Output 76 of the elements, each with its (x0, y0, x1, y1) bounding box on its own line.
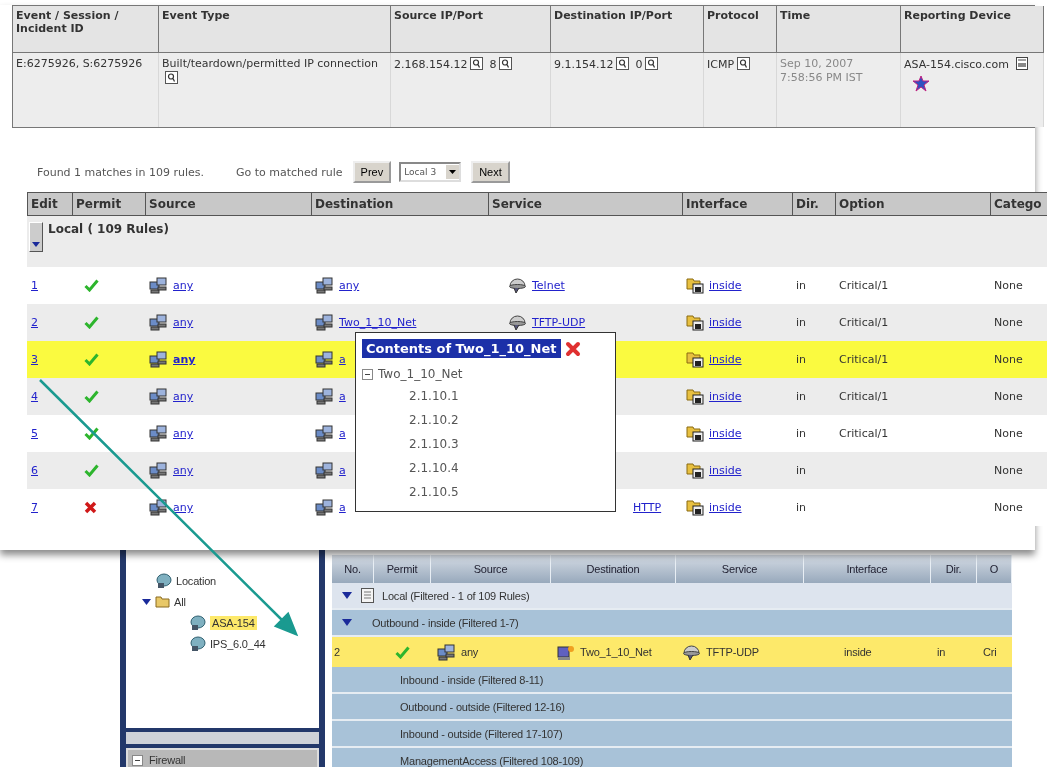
direction-text: in (796, 390, 807, 403)
category-text: None (994, 390, 1023, 403)
column-header: Event / Session / Incident ID (16, 9, 119, 35)
goto-label: Go to matched rule (235, 165, 343, 179)
column-header: Source (473, 563, 508, 575)
table-cell: 9.1.154.12 (554, 58, 614, 71)
column-header: Time (780, 9, 811, 22)
group-label: ManagementAccess (Filtered 108-109) (400, 754, 584, 767)
rule-cell-text: 2 (334, 646, 340, 658)
group-label: Outbound - inside (Filtered 1-7) (372, 616, 519, 629)
firewall-label: Firewall (149, 754, 186, 766)
direction-text: in (796, 316, 807, 329)
address-item: 2.1.10.3 (409, 437, 459, 451)
rule-cell-text: TFTP-UDP (706, 646, 759, 658)
table-cell: E:6275926, S:6275926 (16, 57, 143, 70)
column-header: Permit (386, 563, 418, 575)
column-header: O (989, 563, 999, 575)
rule-cell-text: Cri (983, 646, 997, 658)
table-cell: ASA-154.cisco.com (904, 58, 1009, 71)
direction-text: in (796, 501, 807, 514)
group-label: Outbound - outside (Filtered 12-16) (400, 700, 565, 713)
category-text: None (994, 279, 1023, 292)
column-header: Source (149, 197, 196, 211)
option-text: Critical/1 (839, 316, 889, 329)
group-title: Local ( 109 Rules) (48, 222, 169, 236)
option-text: Critical/1 (839, 390, 889, 403)
column-header: Edit (31, 197, 58, 211)
table-cell: 2.168.154.12 (394, 58, 468, 71)
column-header: Dir. (796, 197, 819, 211)
rule-cell-text: Two_1_10_Net (580, 646, 652, 658)
popup-title: Contents of Two_1_10_Net (362, 339, 561, 358)
match-summary: Found 1 matches in 109 rules. (37, 165, 204, 179)
category-text: None (994, 501, 1023, 514)
column-header: Service (721, 563, 758, 575)
rule-cell-text: any (461, 646, 479, 658)
group-label: Local (Filtered - 1 of 109 Rules) (382, 589, 530, 602)
option-text: Critical/1 (839, 279, 889, 292)
option-text: Critical/1 (839, 427, 889, 440)
table-cell: Built/teardown/permitted IP connection (162, 57, 378, 70)
direction-text: in (796, 427, 807, 440)
address-item: 2.1.10.1 (409, 389, 459, 403)
address-item: 2.1.10.5 (409, 485, 459, 499)
group-label: Inbound - inside (Filtered 8-11) (400, 673, 544, 686)
column-header: Destination (315, 197, 394, 211)
column-header: Source IP/Port (394, 9, 484, 22)
column-header: Permit (76, 197, 122, 211)
group-label: Inbound - outside (Filtered 17-107) (400, 727, 563, 740)
column-header: Destination IP/Port (554, 9, 673, 22)
column-header: Destination (586, 563, 640, 575)
table-cell: ICMP (707, 58, 735, 71)
column-header: Service (492, 197, 542, 211)
column-header: Option (839, 197, 885, 211)
column-header: Event Type (162, 9, 230, 22)
column-header: Protocol (707, 9, 759, 22)
rule-cell-text: inside (844, 646, 872, 658)
tree-root-label: Two_1_10_Net (378, 367, 463, 381)
category-text: None (994, 316, 1023, 329)
column-header: Dir. (945, 563, 962, 575)
category-text: None (994, 464, 1023, 477)
port-cell: 0 (635, 58, 643, 71)
category-text: None (994, 427, 1023, 440)
rule-cell-text: in (937, 646, 946, 658)
option-text: Critical/1 (839, 353, 889, 366)
direction-text: in (796, 464, 807, 477)
port-cell: 8 (489, 58, 497, 71)
column-header: Catego (994, 197, 1042, 211)
column-header: Interface (846, 563, 888, 575)
address-item: 2.1.10.4 (409, 461, 459, 475)
address-item: 2.1.10.2 (409, 413, 459, 427)
category-text: None (994, 353, 1023, 366)
column-header: Reporting Device (904, 9, 1011, 22)
column-header: No. (344, 563, 361, 575)
table-cell: Sep 10, 2007 7:58:56 PM IST (780, 57, 863, 84)
direction-text: in (796, 353, 807, 366)
column-header: Interface (686, 197, 748, 211)
direction-text: in (796, 279, 807, 292)
